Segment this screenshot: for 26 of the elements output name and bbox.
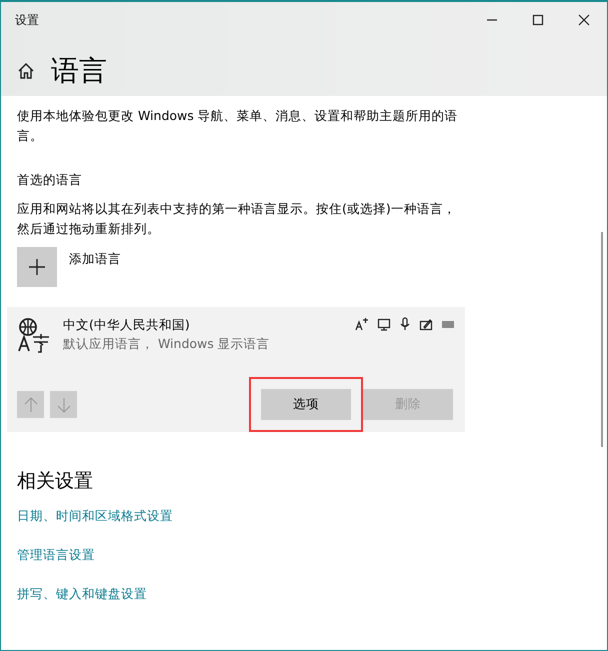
description-text: 使用本地体验包更改 Windows 导航、菜单、消息、设置和帮助主题所用的语言。 — [17, 107, 459, 145]
settings-link[interactable]: 管理语言设置 — [17, 547, 467, 564]
language-icon — [17, 317, 51, 353]
maximize-icon — [532, 14, 544, 26]
microphone-icon — [399, 317, 411, 331]
section-heading: 首选的语言 — [17, 172, 83, 189]
language-details: 默认应用语言， Windows 显示语言 — [63, 336, 271, 353]
description-text: 应用和网站将以其在列表中支持的第一种语言显示。按住(或选择)一种语言，然后通过拖动重新排列。 — [17, 200, 457, 238]
settings-link[interactable]: 日期、时间和区域格式设置 — [17, 508, 467, 525]
pen-icon — [419, 317, 433, 331]
home-icon[interactable] — [17, 62, 35, 80]
down-arrow-icon — [56, 396, 70, 412]
scrollbar[interactable] — [601, 232, 603, 447]
plus-icon — [28, 258, 46, 276]
up-arrow-icon — [24, 396, 38, 412]
text-icon — [355, 317, 369, 331]
close-icon — [578, 14, 590, 26]
settings-link[interactable]: 拼写、键入和键盘设置 — [17, 586, 467, 603]
options-button[interactable]: 选项 — [261, 389, 351, 420]
add-language-label: 添加语言 — [69, 251, 121, 268]
page-title: 语言 — [51, 53, 107, 89]
language-name: 中文(中华人民共和国) — [63, 317, 191, 334]
section-heading: 相关设置 — [17, 469, 94, 494]
display-icon — [377, 317, 391, 331]
add-button[interactable] — [17, 247, 57, 287]
window-title: 设置 — [15, 12, 40, 28]
